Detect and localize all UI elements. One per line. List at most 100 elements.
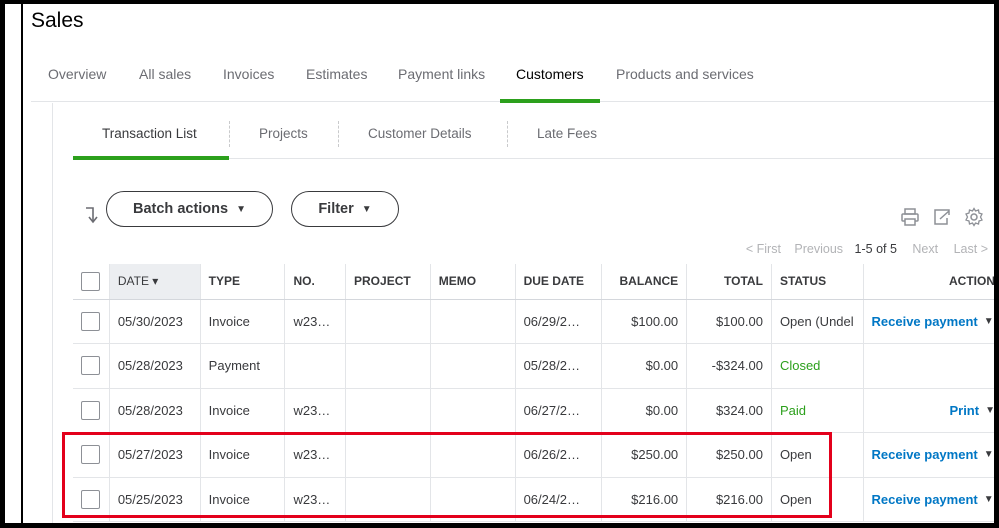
tab-estimates[interactable]: Estimates <box>306 66 367 102</box>
print-link[interactable]: Print <box>949 403 979 418</box>
chevron-down-icon[interactable]: ▼ <box>984 449 994 460</box>
row-checkbox[interactable] <box>81 311 100 331</box>
receive-payment-link[interactable]: Receive payment <box>872 492 978 507</box>
main-tab-bar: Overview All sales Invoices Estimates Pa… <box>31 66 994 103</box>
row-select-cell <box>73 477 110 522</box>
cell-total: $100.00 <box>686 299 772 344</box>
cell-due-date: 06/24/2… <box>515 477 603 522</box>
tab-invoices[interactable]: Invoices <box>223 66 274 102</box>
pager-first[interactable]: < First <box>746 242 781 256</box>
cell-memo <box>430 299 516 344</box>
cell-date: 05/30/2023 <box>109 299 201 344</box>
row-select-cell <box>73 388 110 433</box>
table-row[interactable]: 05/27/2023 Invoice w23… 06/26/2… $250.00… <box>73 432 994 478</box>
tab-products-and-services[interactable]: Products and services <box>616 66 754 102</box>
app-window: Sales Overview All sales Invoices Estima… <box>0 0 999 528</box>
cell-status: Open <box>771 432 864 478</box>
tab-all-sales[interactable]: All sales <box>139 66 191 102</box>
sort-icon[interactable] <box>83 206 99 224</box>
receive-payment-link[interactable]: Receive payment <box>872 447 978 462</box>
pager-next[interactable]: Next <box>912 242 938 256</box>
cell-due-date: 06/29/2… <box>515 299 603 344</box>
cell-no <box>284 343 347 389</box>
cell-type: Invoice <box>200 432 286 478</box>
col-due-date[interactable]: DUE DATE <box>515 264 603 300</box>
subtab-customer-details[interactable]: Customer Details <box>368 126 472 141</box>
select-all-cell <box>73 264 110 300</box>
table-row[interactable]: 05/28/2023 Invoice w23… 06/27/2… $0.00 $… <box>73 388 994 433</box>
cell-type: Invoice <box>200 477 286 522</box>
col-project[interactable]: PROJECT <box>345 264 431 300</box>
subtab-late-fees[interactable]: Late Fees <box>537 126 597 141</box>
row-checkbox[interactable] <box>81 400 100 420</box>
tab-customers[interactable]: Customers <box>500 66 600 103</box>
col-total[interactable]: TOTAL <box>686 264 772 300</box>
chevron-down-icon: ▼ <box>236 203 246 215</box>
col-type[interactable]: TYPE <box>200 264 286 300</box>
cell-project <box>345 299 431 344</box>
row-checkbox[interactable] <box>81 489 100 509</box>
cell-total: $216.00 <box>686 477 772 522</box>
col-action: ACTION <box>863 264 994 300</box>
customers-panel: Transaction List Projects Customer Detai… <box>52 103 994 523</box>
batch-actions-button[interactable]: Batch actions ▼ <box>106 191 273 227</box>
chevron-down-icon[interactable]: ▼ <box>985 405 994 416</box>
cell-total: -$324.00 <box>686 343 772 389</box>
receive-payment-link[interactable]: Receive payment <box>872 314 978 329</box>
tab-overview[interactable]: Overview <box>48 66 106 102</box>
cell-due-date: 05/28/2… <box>515 343 603 389</box>
col-status[interactable]: STATUS <box>771 264 864 300</box>
active-subtab-indicator <box>73 156 229 160</box>
cell-status: Open (Undel <box>771 299 864 344</box>
cell-project <box>345 343 431 389</box>
filter-button[interactable]: Filter ▼ <box>291 191 399 227</box>
pagination: < First Previous 1-5 of 5 Next Last > <box>746 242 988 256</box>
subtab-separator <box>229 121 230 147</box>
cell-date: 05/27/2023 <box>109 432 201 478</box>
select-all-checkbox[interactable] <box>81 271 100 291</box>
pager-previous[interactable]: Previous <box>794 242 843 256</box>
subtab-transaction-list[interactable]: Transaction List <box>102 126 197 141</box>
cell-status: Closed <box>771 343 864 389</box>
subtab-separator <box>507 121 508 147</box>
cell-due-date: 06/27/2… <box>515 388 603 433</box>
gear-icon[interactable] <box>964 207 984 227</box>
cell-action: Receive payment ▼ <box>863 299 994 344</box>
table-row[interactable]: 05/30/2023 Invoice w23… 06/29/2… $100.00… <box>73 299 994 344</box>
cell-project <box>345 388 431 433</box>
cell-total: $324.00 <box>686 388 772 433</box>
export-icon[interactable] <box>932 207 952 227</box>
cell-balance: $250.00 <box>601 432 688 478</box>
batch-actions-label: Batch actions <box>133 201 229 217</box>
cell-status: Open <box>771 477 864 522</box>
col-no[interactable]: NO. <box>284 264 347 300</box>
col-date[interactable]: DATE ▾ <box>109 264 201 300</box>
cell-balance: $216.00 <box>601 477 688 522</box>
chevron-down-icon: ▼ <box>361 203 372 215</box>
cell-no: w23… <box>284 432 347 478</box>
cell-no: w23… <box>284 388 347 433</box>
print-icon[interactable] <box>900 207 920 227</box>
chevron-down-icon[interactable]: ▼ <box>984 494 994 505</box>
col-balance[interactable]: BALANCE <box>601 264 688 300</box>
pager-range: 1-5 of 5 <box>854 242 897 256</box>
tab-payment-links[interactable]: Payment links <box>398 66 485 102</box>
cell-no: w23… <box>284 477 347 522</box>
table-header-row: DATE ▾ TYPE NO. PROJECT MEMO DUE DATE BA… <box>73 264 994 300</box>
table-tools <box>900 207 984 227</box>
row-checkbox[interactable] <box>81 445 100 465</box>
cell-project <box>345 477 431 522</box>
subtab-projects[interactable]: Projects <box>259 126 308 141</box>
cell-balance: $100.00 <box>601 299 688 344</box>
pager-last[interactable]: Last > <box>954 242 988 256</box>
row-checkbox[interactable] <box>81 356 100 376</box>
table-row[interactable]: 05/28/2023 Payment 05/28/2… $0.00 -$324.… <box>73 343 994 389</box>
cell-status: Paid <box>771 388 864 433</box>
cell-memo <box>430 432 516 478</box>
cell-memo <box>430 477 516 522</box>
row-select-cell <box>73 299 110 344</box>
col-memo[interactable]: MEMO <box>430 264 516 300</box>
cell-date: 05/28/2023 <box>109 343 201 389</box>
chevron-down-icon[interactable]: ▼ <box>984 316 994 327</box>
table-row[interactable]: 05/25/2023 Invoice w23… 06/24/2… $216.00… <box>73 477 994 522</box>
